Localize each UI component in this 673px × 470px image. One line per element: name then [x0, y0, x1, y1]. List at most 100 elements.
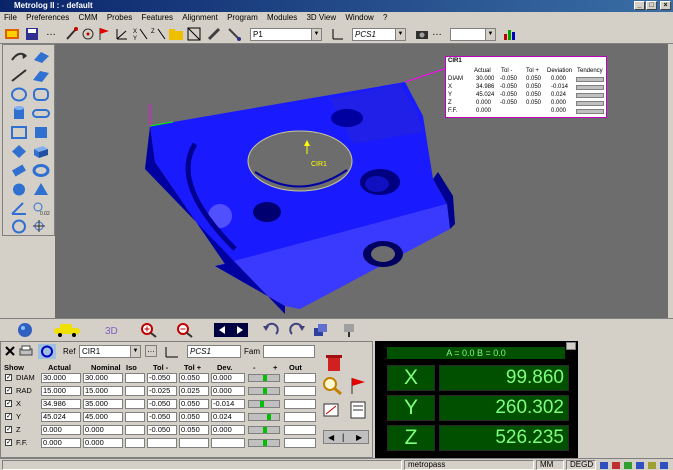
- tol-plus-cell[interactable]: 0.050: [179, 399, 209, 409]
- menu-preferences[interactable]: Preferences: [26, 13, 69, 22]
- viewport-scrollbar[interactable]: [668, 44, 673, 318]
- maximize-button[interactable]: □: [646, 1, 657, 10]
- actual-cell[interactable]: 34.986: [41, 399, 81, 409]
- menu-cmm[interactable]: CMM: [79, 13, 98, 22]
- print-icon[interactable]: [18, 345, 34, 357]
- show-checkbox[interactable]: ✓: [5, 387, 12, 394]
- chevron-down-icon[interactable]: ▼: [395, 29, 405, 40]
- cylinder-tilted-icon[interactable]: [9, 162, 29, 179]
- show-checkbox[interactable]: ✓: [5, 439, 12, 446]
- cylinder-icon[interactable]: [9, 105, 29, 122]
- view-select[interactable]: ▼: [450, 28, 496, 41]
- menu-file[interactable]: File: [4, 13, 17, 22]
- tol-minus-cell[interactable]: -0.025: [147, 386, 177, 396]
- xyz-z-icon[interactable]: Z: [150, 26, 166, 42]
- menu-window[interactable]: Window: [345, 13, 373, 22]
- dro-close-button[interactable]: [566, 342, 576, 350]
- torus-icon[interactable]: [31, 162, 51, 179]
- iso-cell[interactable]: [125, 425, 145, 435]
- fam-field[interactable]: [263, 345, 315, 358]
- menu-program[interactable]: Program: [227, 13, 258, 22]
- probe-select[interactable]: P1 ▼: [250, 28, 322, 41]
- tol-plus-cell[interactable]: 0.050: [179, 373, 209, 383]
- actual-cell[interactable]: 30.000: [41, 373, 81, 383]
- circle-icon[interactable]: [9, 86, 29, 103]
- globe-icon[interactable]: [16, 322, 34, 338]
- layers-icon[interactable]: [312, 322, 330, 338]
- angle-icon[interactable]: [9, 200, 29, 217]
- flag-icon[interactable]: [96, 26, 112, 42]
- flag-red-icon[interactable]: [347, 376, 369, 396]
- pcs-icon[interactable]: [330, 26, 346, 42]
- tol-plus-cell[interactable]: 0.050: [179, 412, 209, 422]
- point-icon[interactable]: [9, 48, 29, 65]
- actual-cell[interactable]: 15.000: [41, 386, 81, 396]
- show-checkbox[interactable]: ✓: [5, 374, 12, 381]
- menu-probes[interactable]: Probes: [107, 13, 132, 22]
- feature-circle-icon[interactable]: [38, 344, 56, 359]
- workplane-icon[interactable]: [4, 26, 20, 42]
- frame-icon[interactable]: [186, 26, 202, 42]
- ring-icon[interactable]: [9, 218, 29, 235]
- show-checkbox[interactable]: ✓: [5, 400, 12, 407]
- feature-result-table[interactable]: CIR1 Actual Tol - Tol + Deviation Tenden…: [445, 56, 607, 118]
- close-button[interactable]: ×: [660, 1, 671, 10]
- report-icon[interactable]: [347, 400, 369, 420]
- cone-icon[interactable]: [31, 181, 51, 198]
- menu-help[interactable]: ?: [383, 13, 387, 22]
- rotate-right-icon[interactable]: [288, 322, 306, 338]
- tol-minus-cell[interactable]: -0.050: [147, 425, 177, 435]
- surface-icon[interactable]: [31, 67, 51, 84]
- show-checkbox[interactable]: ✓: [5, 413, 12, 420]
- tol-plus-cell[interactable]: [179, 438, 209, 448]
- iso-cell[interactable]: [125, 373, 145, 383]
- more-icon[interactable]: …: [432, 26, 448, 42]
- tol-plus-cell[interactable]: 0.050: [179, 425, 209, 435]
- diamond-icon[interactable]: [9, 143, 29, 160]
- tol-minus-cell[interactable]: [147, 438, 177, 448]
- probe-icon[interactable]: [64, 26, 80, 42]
- menu-features[interactable]: Features: [141, 13, 173, 22]
- menu-3d-view[interactable]: 3D View: [306, 13, 336, 22]
- tolerance-icon[interactable]: 0.02: [31, 200, 51, 217]
- pcs-select[interactable]: PCS1 ▼: [352, 28, 406, 41]
- ref-select[interactable]: CIR1 ▼: [79, 345, 141, 358]
- pcs-field[interactable]: PCS1: [187, 345, 241, 358]
- tol-minus-cell[interactable]: -0.050: [147, 399, 177, 409]
- rotate-left-icon[interactable]: [262, 322, 280, 338]
- actual-cell[interactable]: 45.024: [41, 412, 81, 422]
- menu-alignment[interactable]: Alignment: [182, 13, 218, 22]
- slot-icon[interactable]: [31, 105, 51, 122]
- axes-icon[interactable]: [163, 345, 181, 358]
- line-icon[interactable]: [9, 67, 29, 84]
- folder-icon[interactable]: [168, 26, 184, 42]
- plane-icon[interactable]: [31, 48, 51, 65]
- pencil-icon[interactable]: [206, 26, 222, 42]
- chevron-down-icon[interactable]: ▼: [485, 29, 495, 40]
- nominal-cell[interactable]: 0.000: [83, 425, 123, 435]
- iso-cell[interactable]: [125, 399, 145, 409]
- nominal-cell[interactable]: 0.000: [83, 438, 123, 448]
- chevron-down-icon[interactable]: ▼: [130, 346, 140, 357]
- show-checkbox[interactable]: ✓: [5, 426, 12, 433]
- rounded-rect-icon[interactable]: [31, 86, 51, 103]
- tol-minus-cell[interactable]: -0.050: [147, 373, 177, 383]
- target-icon[interactable]: [80, 26, 96, 42]
- menu-modules[interactable]: Modules: [267, 13, 297, 22]
- arrow-left-icon[interactable]: ◀: [328, 433, 334, 442]
- tol-plus-cell[interactable]: 0.025: [179, 386, 209, 396]
- square-icon[interactable]: [31, 124, 51, 141]
- axes-icon[interactable]: [114, 26, 130, 42]
- trash-icon[interactable]: [323, 352, 345, 372]
- zoom-out-icon[interactable]: [176, 322, 194, 338]
- nominal-cell[interactable]: 30.000: [83, 373, 123, 383]
- zoom-in-icon[interactable]: [140, 322, 158, 338]
- nominal-cell[interactable]: 45.000: [83, 412, 123, 422]
- 3d-view-icon[interactable]: 3D: [104, 322, 124, 338]
- magnify-icon[interactable]: [321, 376, 345, 396]
- nominal-cell[interactable]: 35.000: [83, 399, 123, 409]
- bar-graph-icon[interactable]: [502, 26, 518, 42]
- camera-icon[interactable]: [414, 26, 430, 42]
- probe-angle-icon[interactable]: [226, 26, 242, 42]
- actual-cell[interactable]: 0.000: [41, 425, 81, 435]
